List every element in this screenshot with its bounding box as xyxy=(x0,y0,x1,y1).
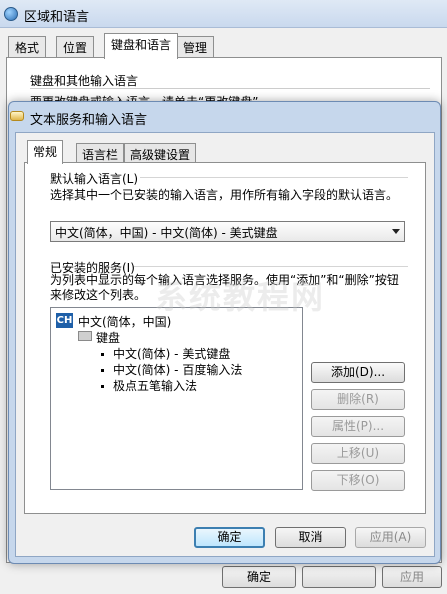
back-cancel-button[interactable] xyxy=(302,566,376,588)
tab-keyboards-languages[interactable]: 键盘和语言 xyxy=(104,33,179,59)
section-divider xyxy=(140,177,408,178)
default-language-value: 中文(简体，中国) - 中文(简体) - 美式键盘 xyxy=(55,226,278,240)
language-ch-icon: CH xyxy=(56,313,73,328)
tree-item[interactable]: 中文(简体) - 百度输入法 xyxy=(113,361,242,378)
group-divider xyxy=(30,88,430,89)
default-language-desc: 选择其中一个已安装的输入语言，用作所有输入字段的默认语言。 xyxy=(50,188,399,202)
add-button[interactable]: 添加(D)... xyxy=(311,362,405,383)
back-window-titlebar: 区域和语言 xyxy=(0,0,447,28)
keyboard-app-icon xyxy=(10,111,24,121)
section-divider xyxy=(134,266,408,267)
bullet-icon xyxy=(101,353,104,356)
site-watermark: 系统教程网 xyxy=(155,278,326,316)
back-ok-button[interactable]: 确定 xyxy=(222,566,296,588)
ok-button[interactable]: 确定 xyxy=(194,527,265,548)
tree-item[interactable]: 极点五笔输入法 xyxy=(113,377,197,394)
tree-item[interactable]: 中文(简体) - 美式键盘 xyxy=(113,345,230,362)
tree-keyboard-node[interactable]: 键盘 xyxy=(96,329,120,346)
chevron-down-icon xyxy=(392,229,400,234)
installed-services-tree[interactable]: CH 中文(简体，中国) 键盘 中文(简体) - 美式键盘 中文(简体) - 百… xyxy=(50,307,303,490)
tab-format[interactable]: 格式 xyxy=(8,36,47,58)
default-language-heading: 默认输入语言(L) xyxy=(50,172,139,186)
bullet-icon xyxy=(101,369,104,372)
keyboards-group-title: 键盘和其他输入语言 xyxy=(30,74,139,88)
tab-administrative[interactable]: 管理 xyxy=(176,36,215,58)
globe-icon xyxy=(4,7,18,21)
back-apply-button[interactable]: 应用 xyxy=(382,566,442,588)
cancel-button[interactable]: 取消 xyxy=(275,527,346,548)
tab-advanced-key-settings[interactable]: 高级键设置 xyxy=(124,143,197,163)
tab-general[interactable]: 常规 xyxy=(27,140,64,164)
apply-button[interactable]: 应用(A) xyxy=(355,527,426,548)
bullet-icon xyxy=(101,385,104,388)
move-down-button[interactable]: 下移(O) xyxy=(311,470,405,491)
remove-button[interactable]: 删除(R) xyxy=(311,389,405,410)
default-language-select[interactable]: 中文(简体，中国) - 中文(简体) - 美式键盘 xyxy=(50,221,405,242)
move-up-button[interactable]: 上移(U) xyxy=(311,443,405,464)
tab-language-bar[interactable]: 语言栏 xyxy=(76,143,125,163)
dialog-title: 文本服务和输入语言 xyxy=(30,113,148,128)
properties-button[interactable]: 属性(P)... xyxy=(311,416,405,437)
back-window-title: 区域和语言 xyxy=(24,10,90,25)
keyboard-icon xyxy=(78,331,92,341)
tab-location[interactable]: 位置 xyxy=(56,36,95,58)
